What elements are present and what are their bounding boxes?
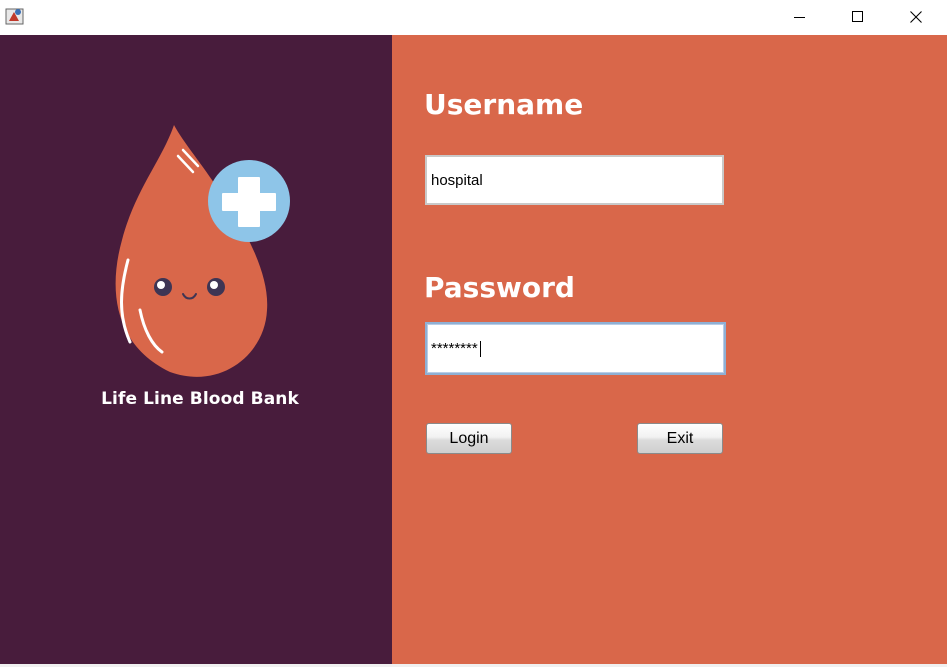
- maximize-button[interactable]: [829, 0, 887, 33]
- login-panel: Username Password Login Exit: [392, 35, 947, 664]
- maximize-icon: [852, 10, 863, 22]
- username-label: Username: [424, 88, 584, 121]
- password-field[interactable]: [425, 322, 726, 375]
- minimize-icon: [794, 16, 805, 18]
- close-icon: [910, 10, 922, 23]
- text-cursor: [480, 341, 481, 357]
- branding-panel: Life Line Blood Bank: [0, 35, 392, 664]
- login-button[interactable]: Login: [426, 423, 512, 454]
- password-label: Password: [424, 271, 575, 304]
- java-app-icon[interactable]: [5, 6, 25, 26]
- close-button[interactable]: [887, 0, 945, 33]
- blood-drop-logo: [115, 125, 290, 377]
- minimize-button[interactable]: [771, 0, 829, 33]
- exit-button[interactable]: Exit: [637, 423, 723, 454]
- brand-name: Life Line Blood Bank: [101, 389, 299, 409]
- username-field[interactable]: [425, 155, 724, 205]
- title-bar: [0, 0, 947, 35]
